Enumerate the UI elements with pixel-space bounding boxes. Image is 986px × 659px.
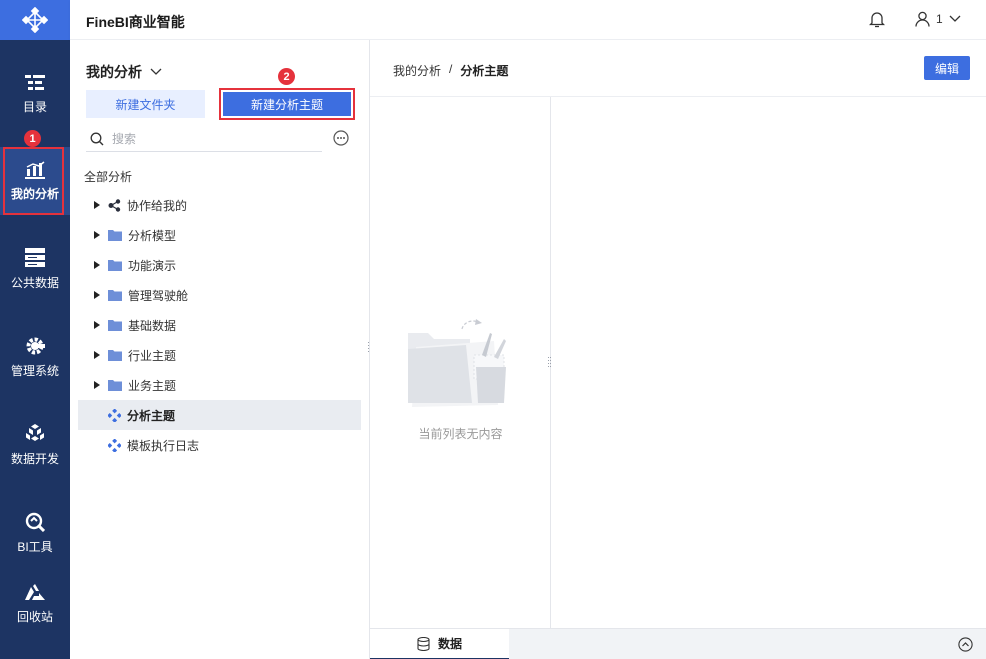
caret-right-icon[interactable] xyxy=(92,321,102,329)
step-badge-2: 2 xyxy=(278,68,295,85)
caret-right-icon[interactable] xyxy=(92,261,102,269)
tree-item-label: 协作给我的 xyxy=(127,198,188,213)
breadcrumb-item-my-analysis[interactable]: 我的分析 xyxy=(393,62,441,79)
new-folder-button[interactable]: 新建文件夹 xyxy=(86,90,205,118)
caret-right-icon[interactable] xyxy=(92,351,102,359)
subject-icon xyxy=(108,438,121,452)
panel-title: 我的分析 xyxy=(86,64,142,80)
nav-item-catalog[interactable]: 目录 xyxy=(0,60,70,128)
folder-icon xyxy=(108,289,122,301)
folder-icon xyxy=(108,319,122,331)
subject-list-pane: 当前列表无内容 xyxy=(370,97,551,628)
tree-item-folder[interactable]: 业务主题 xyxy=(78,370,361,400)
breadcrumb-separator: / xyxy=(449,62,453,76)
tree-item-label: 行业主题 xyxy=(128,348,177,363)
highlight-frame-new-subject: 新建分析主题 xyxy=(219,88,355,120)
breadcrumb-item-current: 分析主题 xyxy=(460,64,509,78)
nav-item-label: 目录 xyxy=(22,99,47,114)
tree-item-label: 管理驾驶舱 xyxy=(128,288,189,303)
tree-item-subject-selected[interactable]: 分析主题 xyxy=(78,400,361,430)
empty-folder-illustration xyxy=(408,319,506,407)
list-resize-handle[interactable] xyxy=(548,357,551,369)
nav-item-data-dev[interactable]: 数据开发 xyxy=(0,411,70,479)
bell-icon xyxy=(868,12,886,28)
empty-state-text: 当前列表无内容 xyxy=(418,427,503,441)
tree-item-label: 模板执行日志 xyxy=(127,438,200,453)
tab-data-label: 数据 xyxy=(437,637,462,651)
search-icon xyxy=(90,132,104,145)
nav-item-management[interactable]: 管理系统 xyxy=(0,323,70,391)
bottom-tab-bar: 数据 xyxy=(370,628,986,659)
chevron-down-icon xyxy=(150,68,162,75)
highlight-frame-my-analysis xyxy=(3,147,64,215)
caret-right-icon[interactable] xyxy=(92,291,102,299)
tree-root-all-analysis[interactable]: 全部分析 xyxy=(84,168,132,185)
chevron-down-icon xyxy=(949,15,961,22)
nav-item-label: BI工具 xyxy=(17,539,53,554)
folder-icon xyxy=(108,379,122,391)
cube-icon xyxy=(26,423,44,441)
caret-right-icon[interactable] xyxy=(92,231,102,239)
database-icon xyxy=(25,247,45,267)
nav-item-label: 回收站 xyxy=(16,609,53,624)
logo-icon xyxy=(22,7,48,33)
nav-item-public-data[interactable]: 公共数据 xyxy=(0,235,70,303)
nav-item-label: 公共数据 xyxy=(10,275,59,290)
tree-item-label: 分析主题 xyxy=(127,408,176,423)
folder-icon xyxy=(108,259,122,271)
tool-icon xyxy=(25,512,45,532)
more-icon xyxy=(333,130,349,146)
app-logo[interactable] xyxy=(0,0,70,40)
search-box xyxy=(86,126,322,152)
user-icon xyxy=(915,11,930,27)
gear-icon xyxy=(26,337,45,354)
tree-item-folder[interactable]: 基础数据 xyxy=(78,310,361,340)
tab-data[interactable]: 数据 xyxy=(370,629,509,659)
tree-item-shared[interactable]: 协作给我的 xyxy=(78,190,361,220)
top-header: FineBI商业智能 1 xyxy=(70,0,986,40)
tree-item-label: 基础数据 xyxy=(128,318,177,333)
catalog-icon xyxy=(25,74,45,90)
user-name: 1 xyxy=(936,12,943,26)
app-title: FineBI商业智能 xyxy=(86,14,185,30)
panel-title-dropdown[interactable]: 我的分析 xyxy=(86,62,162,82)
notification-button[interactable] xyxy=(868,11,886,31)
subject-icon xyxy=(108,408,121,422)
step-badge-1: 1 xyxy=(24,130,41,147)
chevron-up-circle-icon xyxy=(958,637,973,652)
search-input[interactable] xyxy=(112,131,302,146)
main-content: 我的分析 / 分析主题 编辑 当前列表无内容 数据 xyxy=(370,40,986,659)
tree-item-folder[interactable]: 功能演示 xyxy=(78,250,361,280)
tree-item-label: 分析模型 xyxy=(128,228,177,243)
tree-item-subject[interactable]: 模板执行日志 xyxy=(78,430,361,460)
tree-item-folder[interactable]: 分析模型 xyxy=(78,220,361,250)
nav-item-label: 管理系统 xyxy=(10,363,59,378)
more-options-button[interactable] xyxy=(333,130,349,149)
expand-panel-button[interactable] xyxy=(958,637,973,655)
database-icon xyxy=(417,636,430,651)
tree-item-folder[interactable]: 管理驾驶舱 xyxy=(78,280,361,310)
breadcrumb: 我的分析 / 分析主题 xyxy=(393,62,508,79)
nav-item-bi-tools[interactable]: BI工具 xyxy=(0,499,70,567)
folder-icon xyxy=(108,229,122,241)
tree-item-folder[interactable]: 行业主题 xyxy=(78,340,361,370)
analysis-panel: 我的分析 新建文件夹 新建分析主题 2 全部分析 协作给我的 xyxy=(70,40,371,659)
user-menu[interactable]: 1 xyxy=(915,11,961,27)
left-navigation: 目录 我的分析 1 公共数据 管理系统 数据开发 BI工具 回收站 xyxy=(0,0,70,659)
nav-item-label: 数据开发 xyxy=(10,451,59,466)
analysis-tree: 协作给我的 分析模型 功能演示 管理驾驶舱 基础数据 行业主题 业务主题 分析主… xyxy=(78,190,361,460)
tree-item-label: 功能演示 xyxy=(128,258,177,273)
nav-item-recycle[interactable]: 回收站 xyxy=(0,570,70,638)
recycle-icon xyxy=(25,583,45,600)
share-icon xyxy=(108,198,121,212)
caret-right-icon[interactable] xyxy=(92,201,102,209)
caret-right-icon[interactable] xyxy=(92,381,102,389)
new-analysis-subject-button[interactable]: 新建分析主题 xyxy=(223,92,351,116)
folder-icon xyxy=(108,349,122,361)
tree-item-label: 业务主题 xyxy=(128,378,177,393)
edit-button[interactable]: 编辑 xyxy=(924,56,970,80)
